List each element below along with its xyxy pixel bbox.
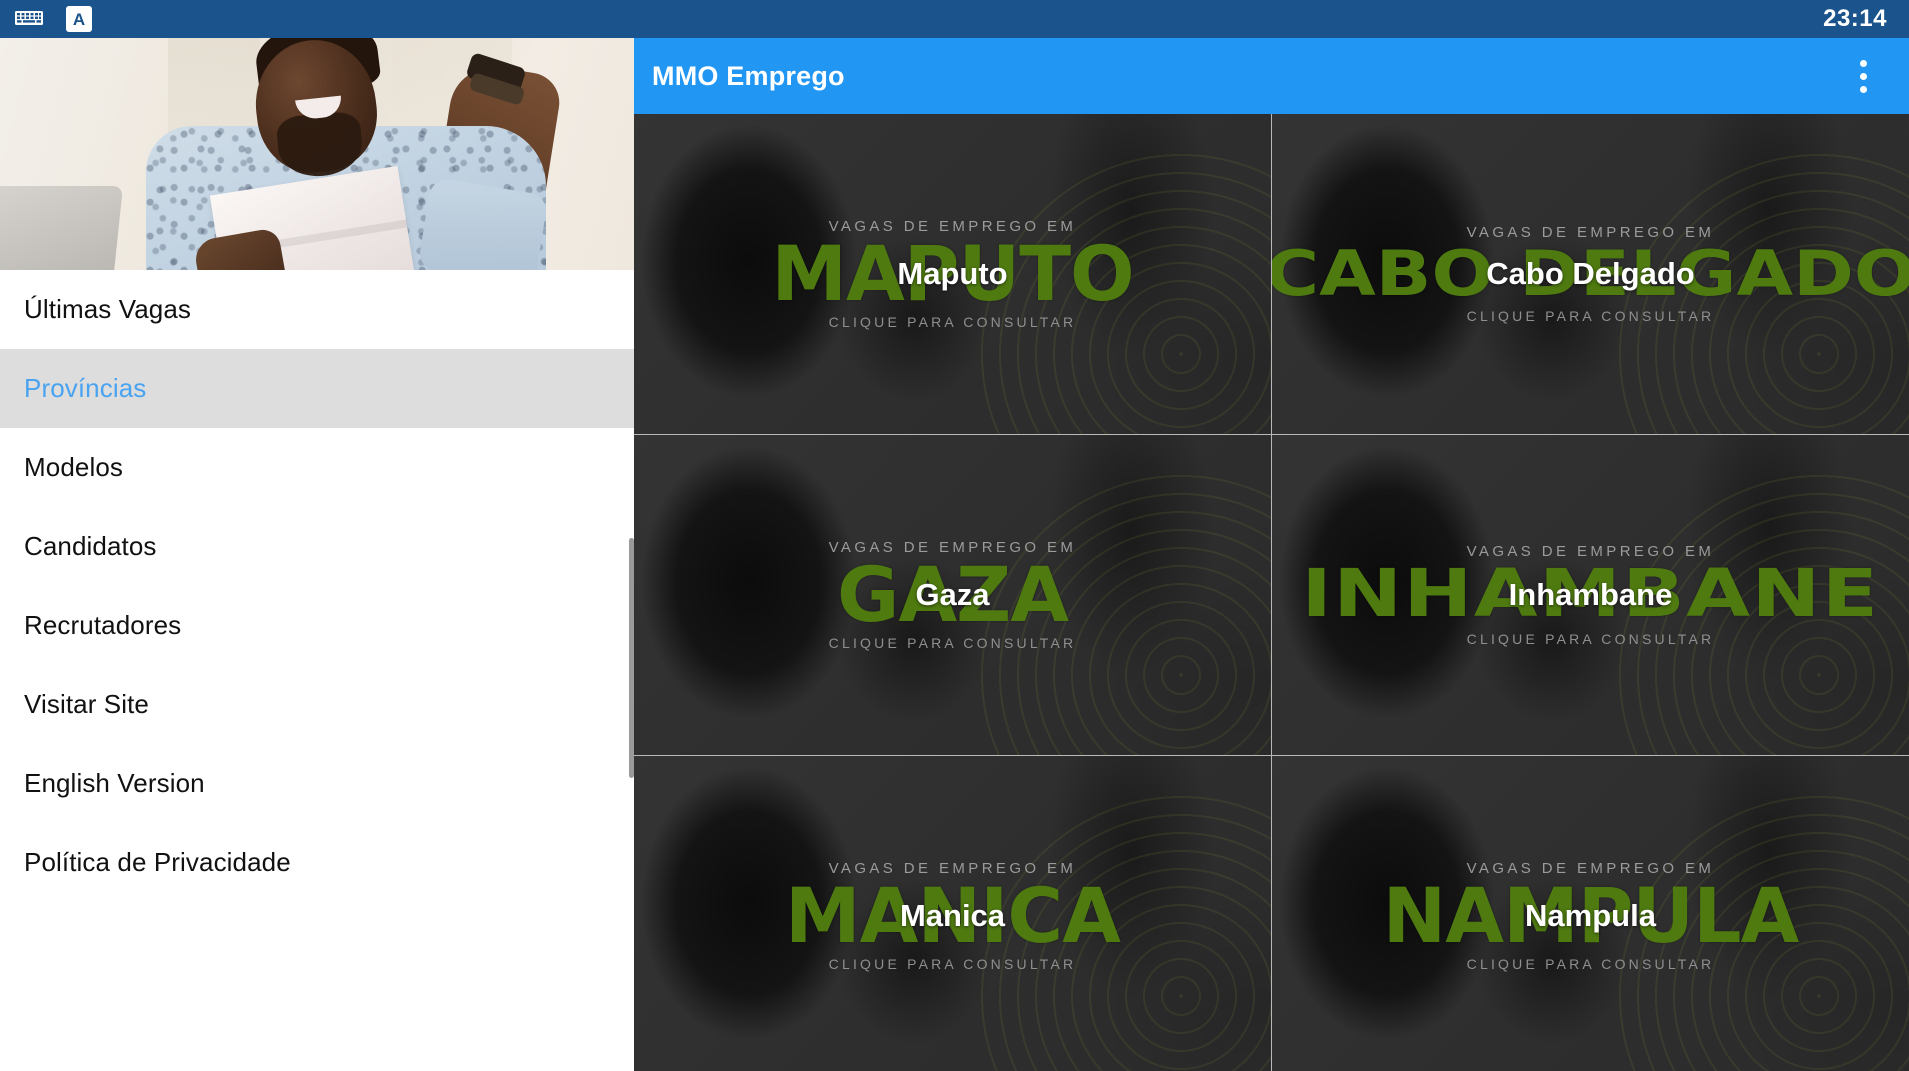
sidebar-item-label: Recrutadores [24,610,182,640]
sidebar-item-label: Política de Privacidade [24,847,291,877]
card-footer: CLIQUE PARA CONSULTAR [828,956,1077,973]
card-big-word: CABO DELGADO [1272,236,1909,310]
sidebar-item-ultimas-vagas[interactable]: Últimas Vagas [0,270,634,349]
status-bar-right: 23:14 [1823,5,1909,33]
province-card-cabo-delgado[interactable]: VAGAS DE EMPREGO EM CABO DELGADO CLIQUE … [1272,114,1909,435]
province-grid: VAGAS DE EMPREGO EM MAPUTO CLIQUE PARA C… [634,114,1909,1071]
sidebar-item-label: Províncias [24,373,147,403]
card-big-word: MAPUTO [771,228,1134,318]
province-card-gaza[interactable]: VAGAS DE EMPREGO EM GAZA CLIQUE PARA CON… [634,435,1272,756]
card-footer: CLIQUE PARA CONSULTAR [828,314,1077,331]
sidebar-item-label: Últimas Vagas [24,294,191,324]
status-bar-clock: 23:14 [1823,5,1887,32]
province-card-maputo[interactable]: VAGAS DE EMPREGO EM MAPUTO CLIQUE PARA C… [634,114,1272,435]
sidebar-item-label: Visitar Site [24,689,149,719]
ime-indicator-icon[interactable]: A [66,6,92,32]
more-vert-icon[interactable] [1843,50,1883,102]
drawer-scrollbar[interactable] [629,538,634,778]
sidebar-item-politica-de-privacidade[interactable]: Política de Privacidade [0,823,634,902]
province-card-nampula[interactable]: VAGAS DE EMPREGO EM NAMPULA CLIQUE PARA … [1272,756,1909,1071]
card-big-word: GAZA [836,549,1069,639]
sidebar-item-label: Candidatos [24,531,157,561]
province-card-inhambane[interactable]: VAGAS DE EMPREGO EM INHAMBANE CLIQUE PAR… [1272,435,1909,756]
province-card-manica[interactable]: VAGAS DE EMPREGO EM MANICA CLIQUE PARA C… [634,756,1272,1071]
drawer-header-image [0,38,634,270]
drawer-menu-list: Últimas Vagas Províncias Modelos Candida… [0,270,634,902]
navigation-drawer: Últimas Vagas Províncias Modelos Candida… [0,38,634,1071]
sidebar-item-label: English Version [24,768,205,798]
keyboard-icon[interactable] [14,9,44,29]
sidebar-item-english-version[interactable]: English Version [0,744,634,823]
app-title: MMO Emprego [652,60,845,91]
app-bar: MMO Emprego [634,38,1909,114]
sidebar-item-provincias[interactable]: Províncias [0,349,634,428]
status-bar: A 23:14 [0,0,1909,38]
status-bar-left-icons: A [0,6,92,32]
sidebar-item-visitar-site[interactable]: Visitar Site [0,665,634,744]
card-footer: CLIQUE PARA CONSULTAR [1466,308,1715,325]
card-footer: CLIQUE PARA CONSULTAR [1466,630,1715,647]
sidebar-item-label: Modelos [24,452,123,482]
card-footer: CLIQUE PARA CONSULTAR [1466,956,1715,973]
card-big-word: NAMPULA [1382,870,1800,960]
card-big-word: MANICA [785,870,1121,960]
sidebar-item-recrutadores[interactable]: Recrutadores [0,586,634,665]
card-footer: CLIQUE PARA CONSULTAR [828,635,1077,652]
sidebar-item-modelos[interactable]: Modelos [0,428,634,507]
card-big-word: INHAMBANE [1301,555,1880,633]
sidebar-item-candidatos[interactable]: Candidatos [0,507,634,586]
